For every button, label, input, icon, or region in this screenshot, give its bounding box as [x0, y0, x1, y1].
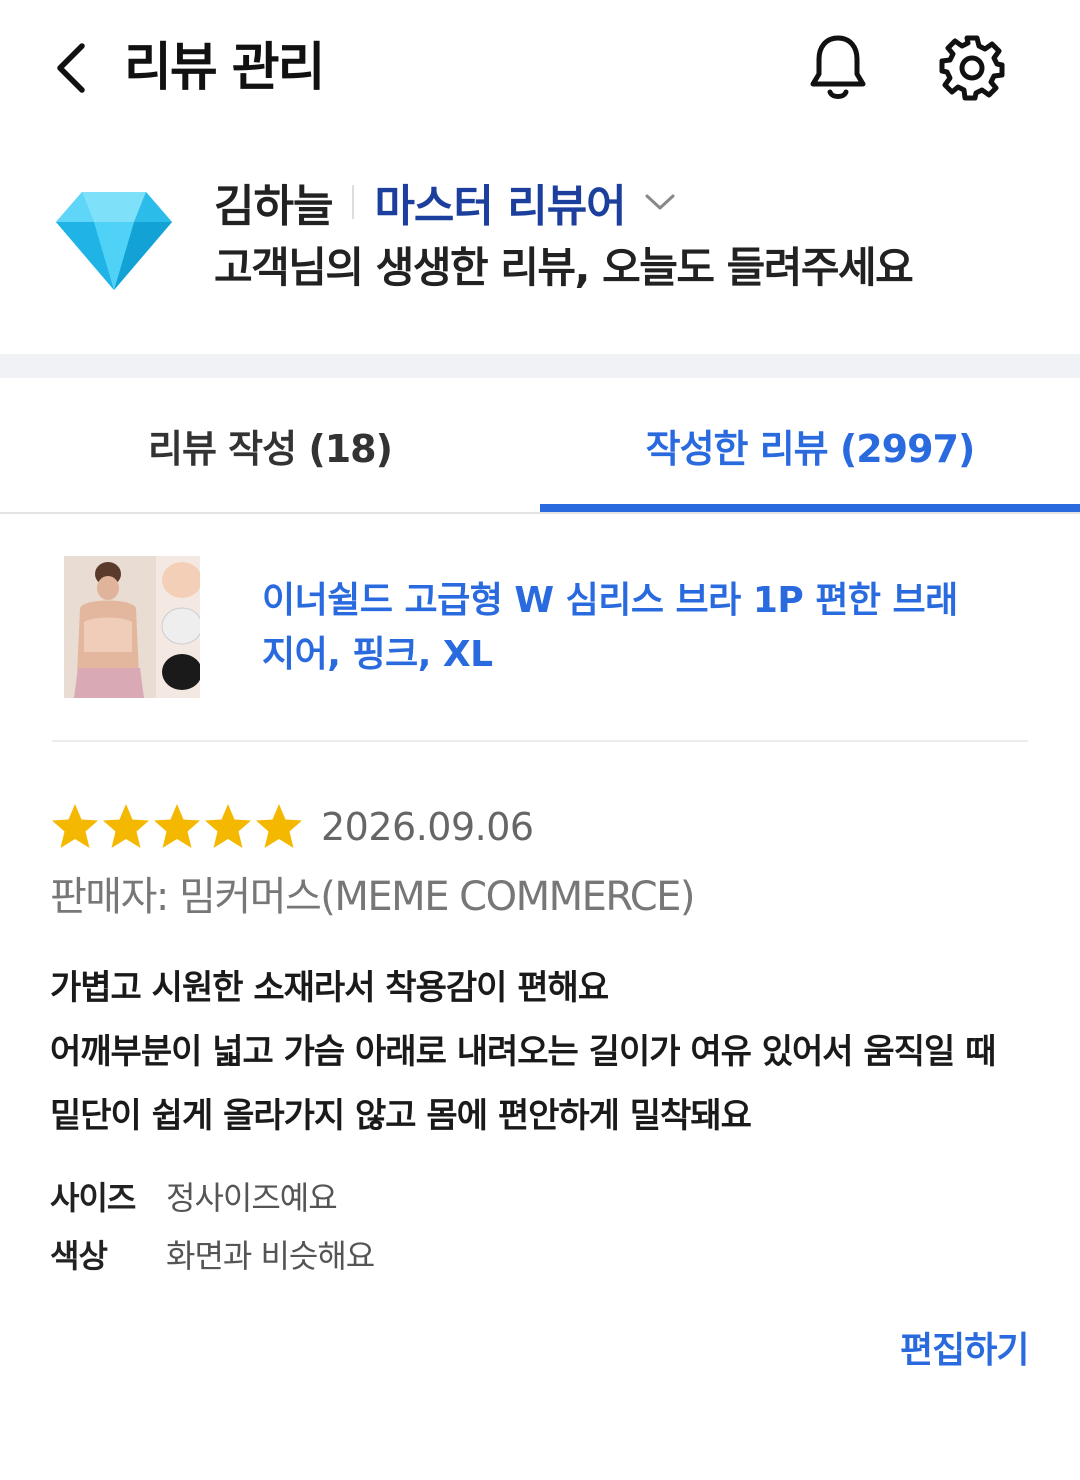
tab-written-reviews[interactable]: 작성한 리뷰 (2997) — [540, 378, 1080, 512]
section-divider — [0, 354, 1080, 378]
product-name-link[interactable]: 이너쉴드 고급형 W 심리스 브라 1P 편한 브래지어, 핑크, XL — [262, 574, 962, 682]
star-icon — [103, 804, 149, 848]
product-item: 이너쉴드 고급형 W 심리스 브라 1P 편한 브래지어, 핑크, XL — [52, 540, 1028, 742]
page-title: 리뷰 관리 — [124, 38, 325, 98]
product-image — [64, 556, 200, 698]
star-rating — [50, 802, 305, 852]
star-icon — [256, 804, 302, 848]
gear-icon — [939, 35, 1005, 101]
chevron-left-icon — [57, 43, 85, 93]
star-icon — [154, 804, 200, 848]
review-line: 어깨부분이 넓고 가슴 아래로 내려오는 길이가 여유 있어서 움직일 때 — [50, 1032, 996, 1072]
attribute-label: 색상 — [50, 1237, 108, 1275]
attribute-label: 사이즈 — [50, 1179, 136, 1217]
reviewer-profile: 김하늘 마스터 리뷰어 고객님의 생생한 리뷰, 오늘도 들려주세요 — [0, 160, 1080, 354]
chevron-down-icon — [645, 194, 675, 210]
active-tab-indicator — [540, 504, 1080, 512]
grade-dropdown[interactable] — [644, 185, 678, 219]
review-text: 가볍고 시원한 소재라서 착용감이 편해요 어깨부분이 넓고 가슴 아래로 내려… — [50, 956, 1040, 1148]
star-icon — [52, 804, 98, 848]
rating-row: 2026.09.06 — [50, 800, 534, 854]
star-icon — [205, 804, 251, 848]
reviewer-grade[interactable]: 마스터 리뷰어 — [374, 170, 626, 234]
review-line: 가볍고 시원한 소재라서 착용감이 편해요 — [50, 968, 609, 1008]
app-header: 리뷰 관리 — [0, 0, 1080, 140]
attribute-value: 화면과 비슷해요 — [166, 1237, 375, 1275]
edit-review-button[interactable]: 편집하기 — [900, 1326, 1029, 1376]
diamond-icon — [56, 192, 172, 290]
attribute-value: 정사이즈예요 — [166, 1179, 338, 1217]
notification-button[interactable] — [800, 30, 876, 106]
attribute-color: 색상 화면과 비슷해요 — [50, 1230, 375, 1278]
bell-icon — [810, 35, 866, 99]
attribute-size: 사이즈 정사이즈예요 — [50, 1172, 338, 1220]
back-button[interactable] — [40, 36, 100, 100]
product-thumbnail[interactable] — [64, 556, 200, 698]
review-line: 밑단이 쉽게 올라가지 않고 몸에 편안하게 밀착돼요 — [50, 1096, 752, 1136]
user-name: 김하늘 — [214, 181, 333, 232]
review-tabs: 리뷰 작성 (18) 작성한 리뷰 (2997) — [0, 378, 1080, 514]
seller-info: 판매자: 밈커머스(MEME COMMERCE) — [50, 874, 696, 920]
tab-write-review[interactable]: 리뷰 작성 (18) — [0, 378, 540, 512]
profile-header-row: 김하늘 마스터 리뷰어 — [214, 174, 678, 232]
separator — [352, 185, 355, 219]
review-date: 2026.09.06 — [321, 805, 534, 849]
profile-subtitle: 고객님의 생생한 리뷰, 오늘도 들려주세요 — [214, 243, 914, 292]
settings-button[interactable] — [934, 30, 1010, 106]
